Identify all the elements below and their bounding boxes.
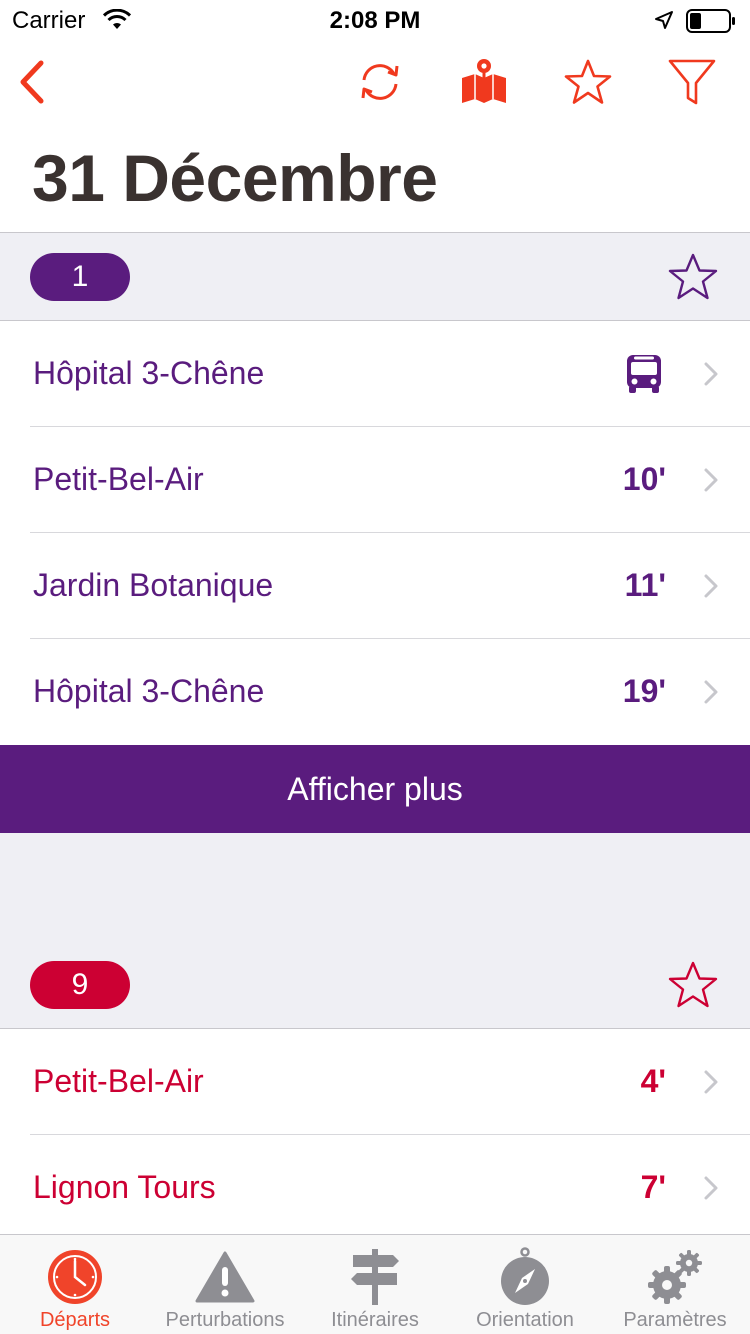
- clock-time: 2:08 PM: [329, 7, 421, 34]
- bus-icon: [626, 354, 662, 399]
- gears-icon: [645, 1247, 705, 1307]
- refresh-icon: [361, 64, 399, 100]
- departure-row[interactable]: Hôpital 3-Chêne 19': [0, 639, 750, 745]
- chevron-right-icon: [703, 1069, 719, 1100]
- destination-label: Lignon Tours: [33, 1169, 216, 1205]
- tab-parametres[interactable]: Paramètres: [600, 1235, 750, 1334]
- departure-row[interactable]: Petit-Bel-Air 10': [0, 427, 750, 533]
- battery-icon: [686, 9, 736, 38]
- refresh-button[interactable]: [348, 50, 412, 114]
- map-button[interactable]: [452, 50, 516, 114]
- tab-label: Paramètres: [623, 1309, 727, 1331]
- tab-departs[interactable]: Départs: [0, 1235, 150, 1334]
- status-bar: Carrier 2:08 PM: [0, 0, 750, 40]
- minutes-label: 10': [622, 461, 666, 497]
- star-icon: [668, 253, 718, 300]
- clock-icon: [45, 1247, 105, 1307]
- chevron-right-icon: [703, 361, 719, 392]
- minutes-label: 11': [624, 567, 666, 603]
- favorite-line-button[interactable]: [668, 253, 720, 303]
- minutes-label: 4': [640, 1063, 666, 1099]
- departure-row[interactable]: Hôpital 3-Chêne: [0, 321, 750, 427]
- page-title: 31 Décembre: [32, 141, 438, 215]
- signpost-icon: [345, 1247, 405, 1307]
- chevron-right-icon: [703, 1175, 719, 1206]
- tab-label: Itinéraires: [331, 1309, 419, 1331]
- departure-row[interactable]: Jardin Botanique 11': [0, 533, 750, 639]
- destination-label: Hôpital 3-Chêne: [33, 673, 265, 709]
- tab-label: Perturbations: [165, 1309, 285, 1331]
- star-icon: [564, 59, 612, 104]
- back-icon: [20, 60, 44, 104]
- destination-label: Petit-Bel-Air: [33, 1063, 204, 1099]
- favorite-button[interactable]: [556, 50, 620, 114]
- chevron-right-icon: [703, 679, 719, 710]
- warning-icon: [195, 1247, 255, 1307]
- filter-icon: [668, 59, 716, 105]
- compass-icon: [495, 1247, 555, 1307]
- destination-label: Petit-Bel-Air: [33, 461, 204, 497]
- favorite-line-button[interactable]: [668, 961, 720, 1011]
- star-icon: [668, 961, 718, 1008]
- tab-label: Orientation: [476, 1309, 574, 1331]
- section-header-line-1: 1: [0, 233, 750, 321]
- departures-list[interactable]: 1 Hôpital 3-Chêne Petit-Bel-Air 10' Jard…: [0, 232, 750, 1234]
- chevron-right-icon: [703, 467, 719, 498]
- show-more-button[interactable]: Afficher plus: [0, 745, 750, 833]
- map-icon: [462, 59, 506, 103]
- minutes-label: 7': [640, 1169, 666, 1205]
- minutes-label: 19': [622, 673, 666, 709]
- back-button[interactable]: [0, 50, 64, 114]
- navigation-bar: [0, 40, 750, 130]
- destination-label: Hôpital 3-Chêne: [33, 355, 265, 391]
- location-arrow-icon: [654, 10, 674, 35]
- tab-bar: Départs Perturbations Itinéraires Orient…: [0, 1234, 750, 1334]
- tab-perturbations[interactable]: Perturbations: [150, 1235, 300, 1334]
- section-spacer: [0, 833, 750, 941]
- departure-row[interactable]: Lignon Tours 7': [0, 1135, 750, 1234]
- filter-button[interactable]: [660, 50, 724, 114]
- tab-label: Départs: [39, 1309, 111, 1331]
- destination-label: Jardin Botanique: [33, 567, 274, 603]
- section-header-line-9: 9: [0, 941, 750, 1029]
- departure-row[interactable]: Petit-Bel-Air 4': [0, 1029, 750, 1135]
- tab-itineraires[interactable]: Itinéraires: [300, 1235, 450, 1334]
- tab-orientation[interactable]: Orientation: [450, 1235, 600, 1334]
- line-badge: 9: [30, 961, 130, 1009]
- chevron-right-icon: [703, 573, 719, 604]
- line-badge: 1: [30, 253, 130, 301]
